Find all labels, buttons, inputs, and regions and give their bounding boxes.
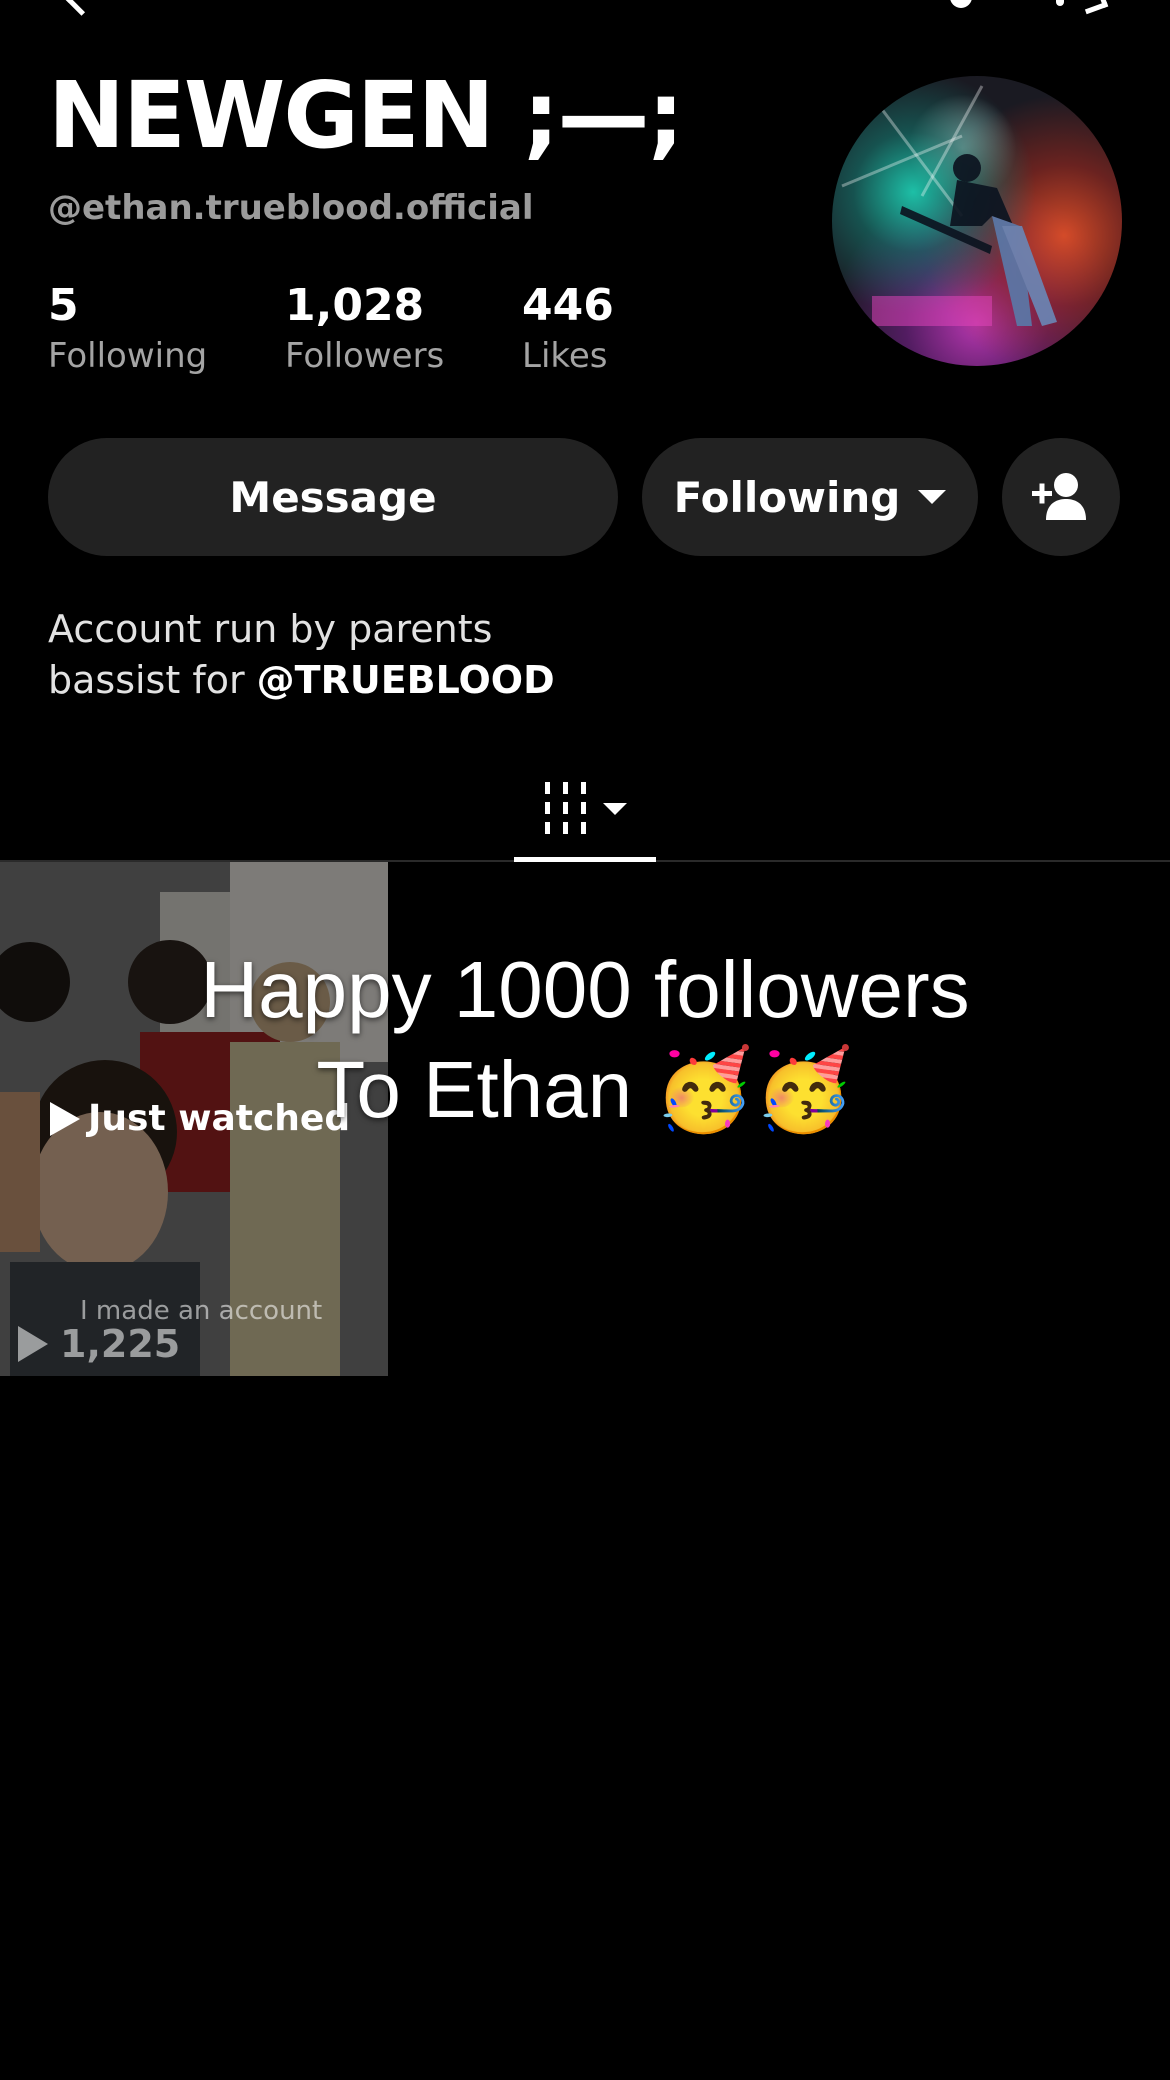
overlay-caption: Happy 1000 followers To Ethan 🥳🥳: [0, 940, 1170, 1140]
back-icon[interactable]: [65, 0, 98, 16]
tab-videos[interactable]: [514, 760, 656, 858]
content-tabs: [0, 760, 1170, 862]
active-tab-indicator: [514, 857, 656, 862]
avatar-photo: [841, 85, 1057, 326]
bio: Account run by parents bassist for @TRUE…: [48, 604, 555, 706]
video-views-value: 1,225: [60, 1322, 181, 1366]
stat-followers-value: 1,028: [285, 280, 425, 331]
video-view-count: 1,225: [18, 1322, 180, 1366]
bio-line-1: Account run by parents: [48, 607, 493, 651]
grid-view-icon: [545, 782, 586, 834]
overlay-line-2: To Ethan 🥳🥳: [316, 1045, 854, 1134]
notification-dot-icon: [1056, 0, 1064, 6]
add-friend-button[interactable]: [1002, 438, 1120, 556]
bio-line-2: bassist for @TRUEBLOOD: [48, 655, 555, 706]
share-icon[interactable]: [1078, 0, 1109, 15]
bio-line-2-prefix: bassist for: [48, 658, 257, 702]
stat-following-label: Following: [48, 336, 208, 376]
bio-mention-link[interactable]: @TRUEBLOOD: [257, 658, 555, 702]
bell-icon[interactable]: [950, 0, 972, 8]
chevron-down-icon: [603, 803, 627, 815]
avatar[interactable]: [832, 76, 1122, 366]
stat-likes-label: Likes: [522, 336, 608, 376]
stat-following[interactable]: 5 Following: [48, 280, 208, 377]
username: @ethan.trueblood.official: [48, 188, 534, 228]
stat-followers[interactable]: 1,028 Followers: [285, 280, 445, 377]
play-outline-icon: [18, 1326, 48, 1362]
overlay-line-1: Happy 1000 followers: [200, 945, 970, 1034]
stat-followers-label: Followers: [285, 336, 445, 376]
stat-likes[interactable]: 446 Likes: [522, 280, 614, 377]
following-button[interactable]: Following: [642, 438, 978, 556]
message-button-label: Message: [229, 472, 437, 522]
chevron-down-icon: [918, 490, 947, 504]
following-button-label: Following: [673, 472, 901, 522]
top-bar-cut: [0, 0, 1170, 16]
message-button[interactable]: Message: [48, 438, 618, 556]
display-name: NEWGEN ;—;: [48, 62, 684, 169]
stat-following-value: 5: [48, 280, 79, 331]
add-friend-icon: [1032, 473, 1086, 520]
stat-likes-value: 446: [522, 280, 614, 331]
